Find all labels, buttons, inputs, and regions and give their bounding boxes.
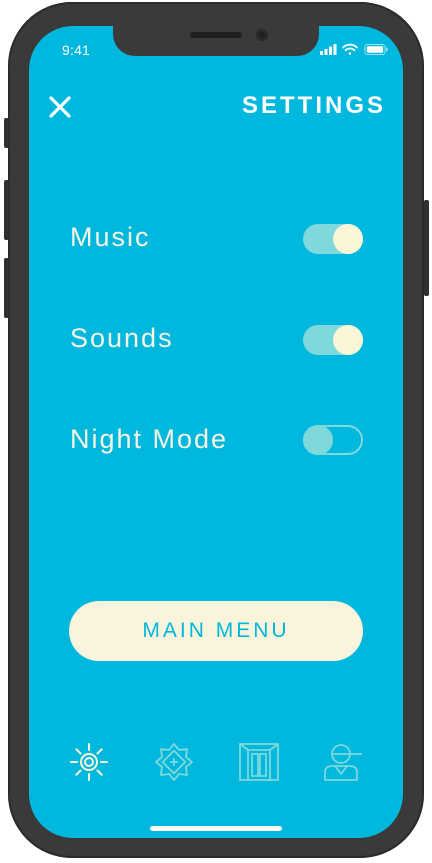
close-icon [49,96,71,118]
status-time: 9:41 [62,42,91,58]
main-menu-button[interactable]: MAIN MENU [69,601,363,661]
mute-switch [4,118,9,148]
speaker [190,32,242,38]
tab-sun[interactable] [68,740,110,784]
door-icon [239,743,279,781]
sounds-label: Sounds [70,323,174,353]
tab-flower[interactable] [153,740,195,784]
sun-icon [70,743,108,781]
home-indicator[interactable] [150,826,282,831]
battery-icon [364,44,388,55]
status-icons [320,42,390,56]
notch [113,26,319,56]
wifi-icon [342,43,358,55]
night-mode-toggle[interactable] [303,425,363,455]
sounds-toggle[interactable] [303,325,363,355]
toggle-knob [303,425,333,455]
volume-up-button [4,180,9,240]
camera [256,29,268,41]
tab-profile[interactable] [322,740,364,784]
night-mode-label: Night Mode [70,424,229,454]
person-icon [324,744,362,781]
close-button[interactable] [48,95,72,119]
volume-down-button [4,258,9,318]
music-label: Music [70,222,151,252]
flower-icon [155,743,193,781]
toggle-knob [333,325,363,355]
signal-icon [320,44,337,55]
page-title: SETTINGS [241,92,386,119]
music-toggle[interactable] [303,224,363,254]
tab-door[interactable] [238,740,280,784]
toggle-knob [333,224,363,254]
power-button [424,200,429,296]
